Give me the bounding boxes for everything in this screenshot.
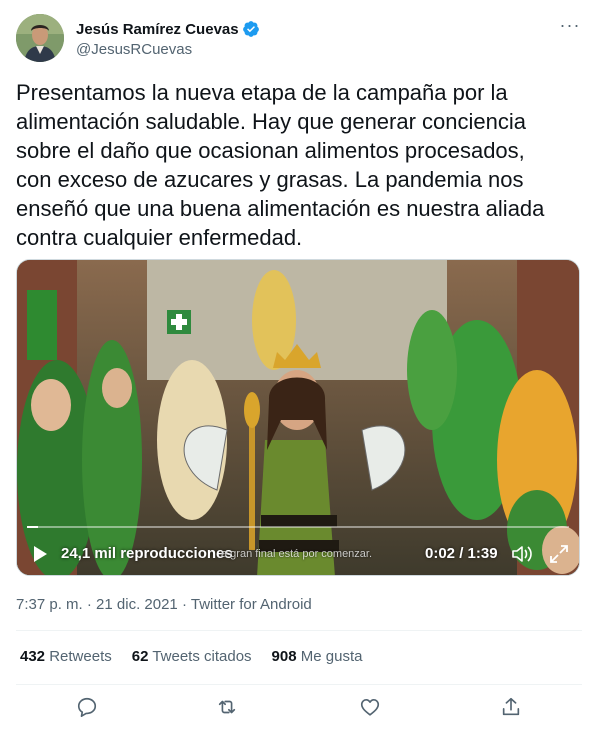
video-frame [17,260,579,575]
quotes-stat[interactable]: 62 Tweets citados [132,648,252,665]
play-icon[interactable] [31,545,49,563]
video-time: 0:02 / 1:39 [425,545,498,562]
tweet-header: Jesús Ramírez Cuevas @JesusRCuevas ··· [16,14,582,66]
retweets-stat[interactable]: 432 Retweets [20,648,112,665]
share-icon[interactable] [500,696,522,718]
tweet-text: Presentamos la nueva etapa de la campaña… [16,80,545,250]
heart-icon[interactable] [359,696,381,718]
retweets-label: Retweets [49,648,112,665]
display-name[interactable]: Jesús Ramírez Cuevas [76,21,239,38]
tweet-stats: 432 Retweets 62 Tweets citados 908 Me gu… [20,648,362,665]
meta-separator: · [181,596,187,613]
quotes-count: 62 [131,648,149,665]
tweet-date[interactable]: 21 dic. 2021 [96,596,178,613]
divider [16,630,582,631]
reply-icon[interactable] [76,696,98,718]
retweets-count: 432 [20,648,46,665]
fullscreen-icon[interactable] [549,544,569,564]
likes-label: Me gusta [300,648,363,665]
tweet-time[interactable]: 7:37 p. m. [16,596,83,613]
video-progress-bar[interactable] [27,526,569,528]
divider [16,684,582,685]
volume-icon[interactable] [511,544,533,564]
video-player[interactable]: 24,1 mil reproducciones a gran final est… [16,259,580,576]
quotes-label: Tweets citados [152,648,252,665]
meta-separator: · [86,596,92,613]
avatar[interactable] [16,14,64,62]
likes-stat[interactable]: 908 Me gusta [272,648,363,665]
tweet-meta: 7:37 p. m. · 21 dic. 2021 · Twitter for … [16,596,312,613]
more-dots-icon[interactable]: ··· [558,16,582,38]
likes-count: 908 [271,648,297,665]
verified-badge-icon [242,21,259,37]
tweet-source[interactable]: Twitter for Android [191,596,312,613]
video-subtitle: a gran final está por comenzar. [221,548,373,560]
view-count: 24,1 mil reproducciones [61,545,233,562]
user-handle[interactable]: @JesusRCuevas [76,41,192,58]
retweet-icon[interactable] [216,696,238,718]
tweet-actions [16,694,582,722]
video-progress-fill [27,526,38,528]
video-controls: 24,1 mil reproducciones a gran final est… [17,536,579,572]
